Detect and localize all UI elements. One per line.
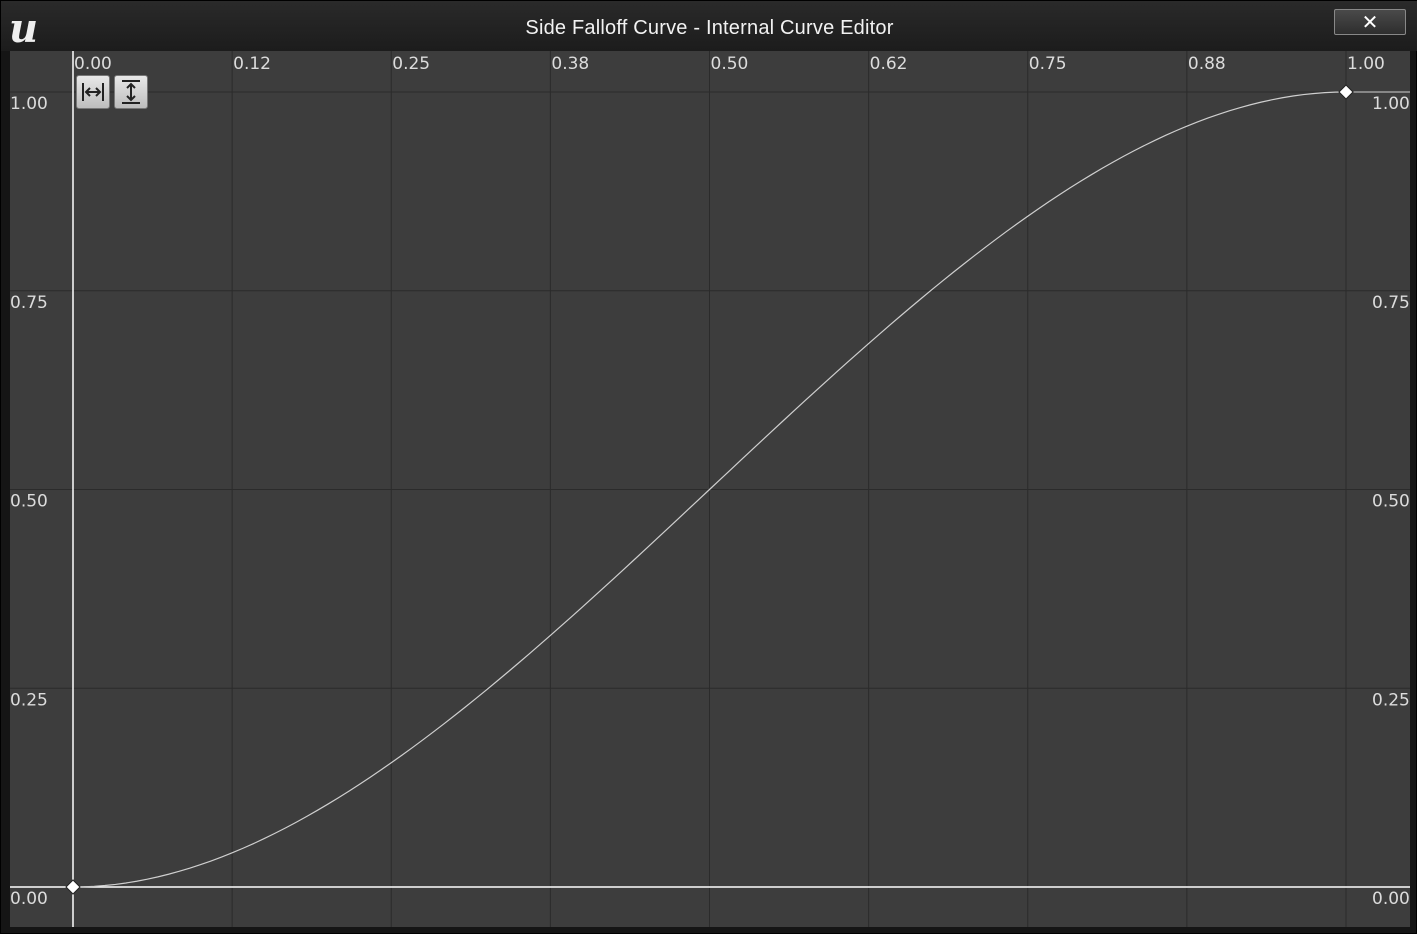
x-tick-label: 0.88 (1188, 54, 1226, 74)
close-button[interactable]: ✕ (1334, 9, 1406, 35)
x-tick-label: 1.00 (1347, 54, 1385, 74)
y-tick-label-right: 0.25 (1372, 690, 1410, 710)
title-bar[interactable]: u Side Falloff Curve - Internal Curve Ed… (1, 1, 1417, 51)
fit-horizontal-button[interactable] (76, 75, 110, 109)
close-icon: ✕ (1361, 10, 1379, 34)
y-tick-label-right: 0.50 (1372, 492, 1410, 512)
curve-key-point[interactable] (65, 879, 81, 895)
y-tick-label-left: 0.00 (10, 889, 48, 909)
curve-key-point[interactable] (1338, 84, 1354, 100)
fit-vertical-button[interactable] (114, 75, 148, 109)
x-tick-label: 0.25 (392, 54, 430, 74)
curve-graph-area[interactable]: 0.00 0.12 0.25 0.38 0.50 0.62 0.75 0.88 1.00 1.00… (10, 51, 1410, 927)
fit-horizontal-icon (82, 83, 104, 101)
x-tick-label: 0.38 (551, 54, 589, 74)
x-tick-label: 0.62 (870, 54, 908, 74)
x-tick-label: 0.50 (711, 54, 749, 74)
y-tick-label-left: 0.75 (10, 293, 48, 313)
y-tick-label-left: 0.50 (10, 492, 48, 512)
curve-editor-window: u Side Falloff Curve - Internal Curve Ed… (0, 0, 1417, 934)
fit-vertical-icon (122, 80, 140, 104)
y-tick-label-left: 0.25 (10, 690, 48, 710)
y-tick-label-right: 0.75 (1372, 293, 1410, 313)
x-tick-label: 0.12 (233, 54, 271, 74)
curve-chart[interactable]: 0.00 0.12 0.25 0.38 0.50 0.62 0.75 0.88 1.00 1.00… (10, 51, 1410, 927)
x-tick-label: 0.00 (74, 54, 112, 74)
window-title: Side Falloff Curve - Internal Curve Edit… (525, 17, 894, 39)
y-tick-label-right: 1.00 (1372, 94, 1410, 114)
x-tick-label: 0.75 (1029, 54, 1067, 74)
y-tick-label-left: 1.00 (10, 94, 48, 114)
y-tick-label-right: 0.00 (1372, 889, 1410, 909)
